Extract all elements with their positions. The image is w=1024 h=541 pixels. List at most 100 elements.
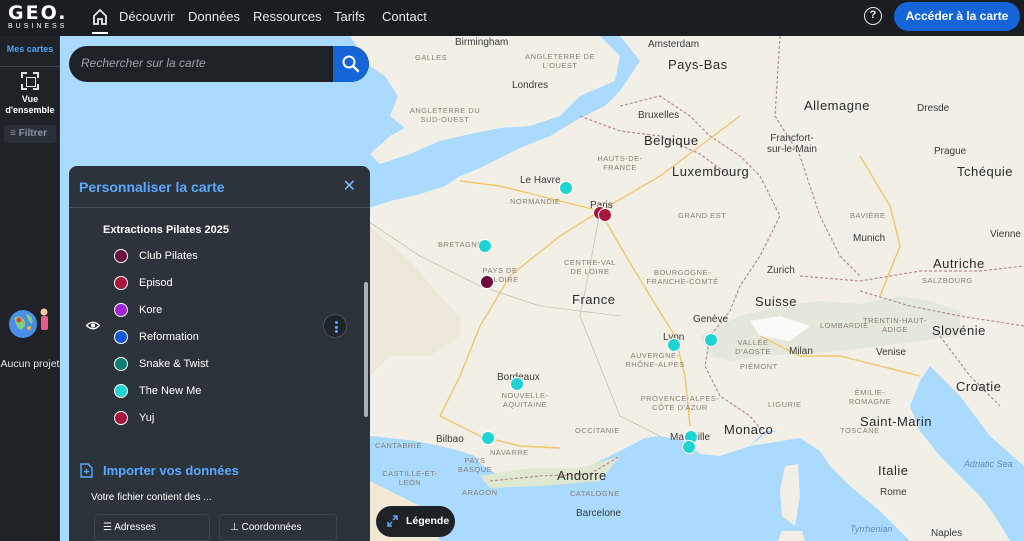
- map-label-country: Tchéquie: [957, 164, 1014, 179]
- map-marker-yuj[interactable]: [598, 208, 612, 222]
- map-marker-the-new-me[interactable]: [481, 431, 495, 445]
- logo-text: GEO.: [8, 2, 68, 24]
- legend-label: Reformation: [139, 331, 199, 343]
- map-label-region: PAYS BASQUE: [457, 456, 493, 474]
- nav-contact[interactable]: Contact: [382, 9, 427, 24]
- map-label-city: Genève: [693, 314, 729, 325]
- legend-color-dot: [114, 330, 128, 344]
- nav-donnees[interactable]: Données: [188, 9, 240, 24]
- map-search-bar: Rechercher sur la carte: [69, 46, 369, 82]
- map-label-region: ARAGON: [462, 488, 498, 497]
- map-label-region: GRAND EST: [678, 211, 727, 220]
- coordinates-option-button[interactable]: ⊥ Coordonnées: [219, 514, 337, 541]
- logo-subtext: BUSINESS: [8, 23, 68, 30]
- home-active-indicator: [92, 32, 108, 34]
- home-icon[interactable]: [92, 8, 108, 26]
- search-button[interactable]: [333, 46, 369, 82]
- map-label-region: HAUTS-DE-FRANCE: [597, 154, 643, 172]
- map-label-region: AUVERGNE-RHÔNE-ALPES: [625, 351, 685, 369]
- overview-icon[interactable]: [21, 72, 39, 90]
- globe-person-illustration: [9, 308, 48, 346]
- map-label-region: NAVARRE: [490, 448, 529, 457]
- map-label-sea: Tyrrhenian: [850, 524, 893, 534]
- map-marker-the-new-me[interactable]: [682, 440, 696, 454]
- map-label-region: BOURGOGNE-FRANCHE-COMTÉ: [646, 268, 719, 286]
- map-label-region: PROVENCE-ALPES-CÔTE D'AZUR: [640, 394, 720, 412]
- map-label-city: Milan: [789, 346, 813, 357]
- legend-label: Kore: [139, 304, 163, 316]
- overview-label[interactable]: Vue d'ensemble: [0, 94, 60, 116]
- map-label-region: BRETAGNE: [438, 240, 483, 249]
- map-label-city: Prague: [934, 146, 967, 157]
- map-label-country: Andorre: [557, 468, 607, 483]
- left-sidebar: Mes cartes Vue d'ensemble ≡ Filtrer Aucu…: [0, 36, 60, 541]
- map-marker-the-new-me[interactable]: [667, 338, 681, 352]
- nav-ressources[interactable]: Ressources: [253, 9, 322, 24]
- map-marker-the-new-me[interactable]: [478, 239, 492, 253]
- legend-label: The New Me: [139, 385, 202, 397]
- sidebar-divider: [0, 66, 60, 67]
- legend-label: Episod: [139, 277, 173, 289]
- nav-decouvrir[interactable]: Découvrir: [119, 9, 175, 24]
- map-label-city: Naples: [931, 528, 963, 539]
- map-marker-the-new-me[interactable]: [510, 377, 524, 391]
- layer-title: Extractions Pilates 2025: [103, 224, 229, 236]
- legend-color-dot: [114, 249, 128, 263]
- filter-label: Filtrer: [18, 128, 47, 139]
- map-label-region: ANGLETERRE DU SUD-OUEST: [409, 106, 481, 124]
- panel-scrollbar[interactable]: [364, 210, 368, 535]
- map-label-city: Francfort-sur-le-Main: [766, 133, 817, 155]
- more-options-icon[interactable]: [323, 314, 347, 338]
- map-label-region: CATALOGNE: [570, 489, 620, 498]
- map-label-city: Dresde: [917, 103, 950, 114]
- map-label-region: PIÉMONT: [740, 362, 778, 371]
- map-label-country: Luxembourg: [672, 164, 750, 179]
- map-label-country: Monaco: [724, 422, 774, 437]
- map-label-region: LIGURIE: [768, 400, 802, 409]
- legend-button[interactable]: Légende: [376, 506, 455, 537]
- file-import-icon: [80, 463, 93, 478]
- search-input[interactable]: Rechercher sur la carte: [81, 56, 206, 70]
- coordinates-label: Coordonnées: [241, 522, 302, 533]
- map-label-city: Birmingham: [455, 37, 509, 48]
- filter-icon: ≡: [10, 128, 19, 139]
- help-icon[interactable]: ?: [864, 7, 882, 25]
- panel-title: Personnaliser la carte: [79, 179, 225, 195]
- map-label-city: Vienne: [990, 229, 1021, 240]
- eye-icon[interactable]: [86, 321, 100, 330]
- import-data-label: Importer vos données: [103, 463, 239, 478]
- map-marker-the-new-me[interactable]: [704, 333, 718, 347]
- map-label-city: Le Havre: [520, 175, 561, 186]
- nav-tarifs[interactable]: Tarifs: [334, 9, 365, 24]
- map-label-country: Autriche: [933, 256, 985, 271]
- map-label-country: Belgique: [644, 133, 699, 148]
- scrollbar-thumb[interactable]: [364, 282, 368, 417]
- map-label-region: GALLES: [415, 53, 448, 62]
- map-label-city: Bilbao: [436, 434, 464, 445]
- file-contains-label: Votre fichier contient des ...: [91, 492, 212, 503]
- map-label-country: Italie: [878, 463, 909, 478]
- map-label-region: CASTILLE-ET-LEÓN: [382, 469, 438, 487]
- legend-color-dot: [114, 411, 128, 425]
- access-map-button[interactable]: Accéder à la carte: [894, 2, 1020, 31]
- map-label-region: TRENTIN-HAUT-ADIGE: [863, 316, 927, 334]
- map-label-city: Venise: [876, 347, 907, 358]
- filter-button[interactable]: ≡ Filtrer: [4, 125, 56, 143]
- map-marker-club-pilates[interactable]: [480, 275, 494, 289]
- map-marker-the-new-me[interactable]: [559, 181, 573, 195]
- addresses-option-button[interactable]: ☰ Adresses: [94, 514, 210, 541]
- map-label-city: Rome: [880, 487, 907, 498]
- map-label-region: VALLÉE D'AOSTE: [735, 338, 771, 356]
- map-label-sea: Adriatic Sea: [964, 459, 1013, 469]
- map-label-region: ÉMILIE-ROMAGNE: [848, 388, 892, 406]
- map-label-region: BAVIÈRE: [850, 211, 886, 220]
- map-label-city: Barcelone: [576, 508, 622, 519]
- map-label-country: Slovénie: [932, 323, 986, 338]
- map-label-region: NOUVELLE-AQUITAINE: [501, 391, 549, 409]
- map-label-city: Amsterdam: [648, 39, 700, 50]
- map-label-region: CANTABRIE: [375, 441, 422, 450]
- my-maps-link[interactable]: Mes cartes: [0, 44, 60, 54]
- geo-business-logo[interactable]: GEO. BUSINESS: [8, 3, 78, 33]
- close-icon[interactable]: ✕: [343, 179, 356, 195]
- map-label-region: SALZBOURG: [922, 276, 973, 285]
